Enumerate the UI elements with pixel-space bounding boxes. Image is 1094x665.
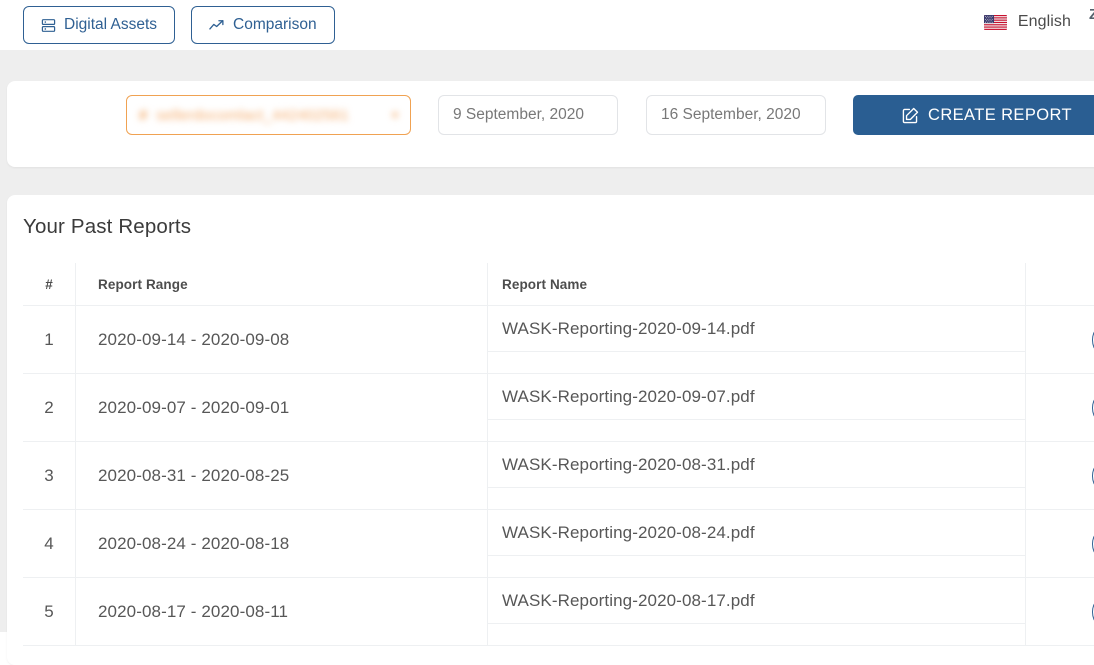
digital-assets-button[interactable]: Digital Assets bbox=[23, 6, 176, 44]
row-index: 1 bbox=[44, 329, 54, 349]
date-to-value: 16 September, 2020 bbox=[661, 106, 801, 123]
account-select-value: sellerdocomlact_442402561 bbox=[156, 106, 349, 124]
account-select-redacted-content: # sellerdocomlact_442402561 ▾ bbox=[139, 107, 398, 124]
row-report-name-cell: WASK-Reporting-2020-09-14.pdf bbox=[487, 306, 1025, 373]
row-report-name: WASK-Reporting-2020-08-31.pdf bbox=[488, 442, 1025, 488]
cut-off-edge-text: Z bbox=[1089, 6, 1094, 23]
past-reports-table: # Report Range Report Name 1 2020-09-14 … bbox=[23, 263, 1094, 646]
create-report-label: CREATE REPORT bbox=[928, 105, 1072, 124]
create-report-button[interactable]: CREATE REPORT bbox=[853, 95, 1094, 135]
trend-arrow-icon bbox=[209, 18, 225, 32]
row-index: 4 bbox=[44, 533, 54, 553]
row-actions bbox=[1025, 510, 1094, 577]
row-actions bbox=[1025, 374, 1094, 441]
us-flag-icon bbox=[983, 14, 1007, 30]
column-header-report-range: Report Range bbox=[75, 263, 487, 305]
row-report-name-cell: WASK-Reporting-2020-08-24.pdf bbox=[487, 510, 1025, 577]
comparison-button[interactable]: Comparison bbox=[191, 6, 335, 44]
language-selector[interactable]: English bbox=[983, 13, 1071, 31]
row-report-range: 2020-08-24 - 2020-08-18 bbox=[75, 510, 487, 577]
digital-assets-label: Digital Assets bbox=[64, 16, 158, 33]
page-title: Your Past Reports bbox=[23, 215, 192, 238]
row-report-range: 2020-09-14 - 2020-09-08 bbox=[75, 306, 487, 373]
row-index: 3 bbox=[44, 465, 54, 485]
edit-pencil-square-icon bbox=[902, 107, 919, 124]
row-report-name: WASK-Reporting-2020-08-17.pdf bbox=[488, 578, 1025, 624]
row-report-name: WASK-Reporting-2020-09-07.pdf bbox=[488, 374, 1025, 420]
row-index: 2 bbox=[44, 397, 54, 417]
row-actions bbox=[1025, 442, 1094, 509]
chevron-down-icon: ▾ bbox=[391, 108, 398, 122]
date-from-input[interactable]: 9 September, 2020 bbox=[438, 95, 618, 135]
row-report-range: 2020-08-17 - 2020-08-11 bbox=[75, 578, 487, 645]
row-report-range: 2020-08-31 - 2020-08-25 bbox=[75, 442, 487, 509]
account-marker-icon: # bbox=[139, 106, 148, 124]
row-index: 5 bbox=[44, 601, 54, 621]
server-stack-icon bbox=[41, 18, 56, 33]
table-row[interactable]: 1 2020-09-14 - 2020-09-08 WASK-Reporting… bbox=[23, 306, 1094, 374]
row-report-name: WASK-Reporting-2020-08-24.pdf bbox=[488, 510, 1025, 556]
row-report-name-cell: WASK-Reporting-2020-08-31.pdf bbox=[487, 442, 1025, 509]
table-row[interactable]: 3 2020-08-31 - 2020-08-25 WASK-Reporting… bbox=[23, 442, 1094, 510]
language-label: English bbox=[1017, 13, 1071, 30]
row-actions bbox=[1025, 306, 1094, 373]
row-report-name: WASK-Reporting-2020-09-14.pdf bbox=[488, 306, 1025, 352]
row-report-name-cell: WASK-Reporting-2020-08-17.pdf bbox=[487, 578, 1025, 645]
comparison-label: Comparison bbox=[233, 16, 317, 33]
primary-nav-buttons: Digital Assets Comparison bbox=[23, 6, 335, 44]
column-header-index: # bbox=[45, 276, 53, 292]
report-filter-card: # sellerdocomlact_442402561 ▾ 9 Septembe… bbox=[7, 81, 1094, 167]
account-select-dropdown[interactable]: # sellerdocomlact_442402561 ▾ bbox=[126, 95, 411, 135]
column-header-report-name: Report Name bbox=[487, 263, 1025, 305]
table-row[interactable]: 2 2020-09-07 - 2020-09-01 WASK-Reporting… bbox=[23, 374, 1094, 442]
date-to-input[interactable]: 16 September, 2020 bbox=[646, 95, 826, 135]
column-header-actions bbox=[1025, 263, 1094, 305]
table-row[interactable]: 5 2020-08-17 - 2020-08-11 WASK-Reporting… bbox=[23, 578, 1094, 646]
past-reports-card: Your Past Reports # Report Range Report … bbox=[7, 195, 1094, 665]
date-from-value: 9 September, 2020 bbox=[453, 106, 584, 123]
row-report-range: 2020-09-07 - 2020-09-01 bbox=[75, 374, 487, 441]
table-header-row: # Report Range Report Name bbox=[23, 263, 1094, 306]
row-report-name-cell: WASK-Reporting-2020-09-07.pdf bbox=[487, 374, 1025, 441]
table-row[interactable]: 4 2020-08-24 - 2020-08-18 WASK-Reporting… bbox=[23, 510, 1094, 578]
top-navigation-bar: Digital Assets Comparison English Z bbox=[0, 0, 1094, 50]
row-actions bbox=[1025, 578, 1094, 645]
